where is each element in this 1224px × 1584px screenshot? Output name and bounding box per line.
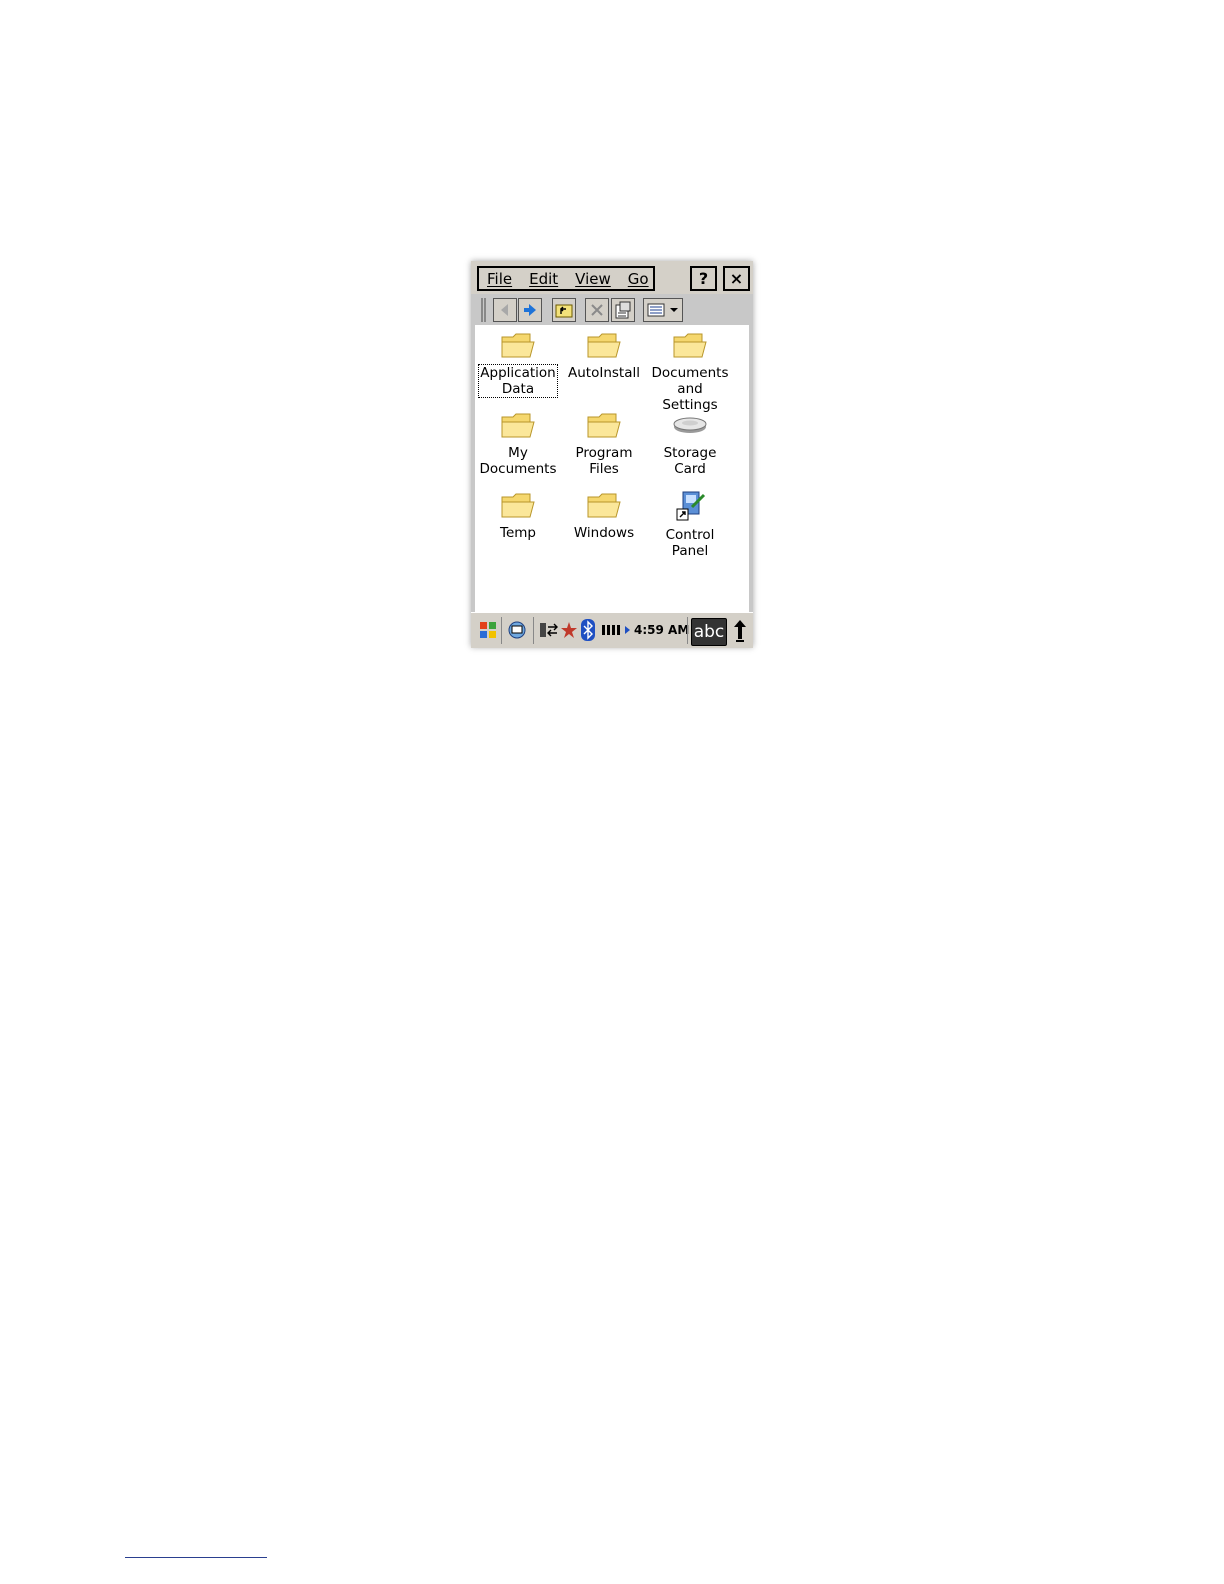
item-label-line2: Documents [479,461,557,477]
storage-card-icon [673,417,707,433]
folder-icon [501,493,535,518]
input-panel-toggle-icon[interactable] [733,619,747,643]
folder-windows[interactable]: Windows [561,489,647,541]
input-panel-label: abc [693,622,725,642]
item-label-line1: Documents [651,365,729,381]
folder-icon [587,333,621,358]
folder-icon [501,333,535,358]
start-icon[interactable] [477,619,499,641]
menu-file[interactable]: File [479,269,521,289]
menu-bar: File Edit View Go ? × [471,261,753,294]
file-list: Application Data AutoInstall Documents and… [475,325,749,612]
storage-card[interactable]: Storage Card [647,409,733,477]
folder-icon [587,493,621,518]
up-folder-icon [555,304,573,318]
folder-icon [501,413,535,438]
bluetooth-icon[interactable] [581,619,595,641]
footer-rule [125,1557,267,1558]
item-label-line2: Data [501,381,535,397]
device-screen: File Edit View Go ? × Application Data A… [471,261,753,648]
back-icon [501,304,508,316]
control-panel-icon [676,491,706,521]
item-label-line1: Windows [573,525,635,541]
item-label-line1: Program Files [575,445,633,477]
forward-button[interactable] [518,298,542,322]
item-label-line1: Application [480,365,556,381]
close-button[interactable]: × [723,266,750,291]
item-label-line1: My [508,445,528,461]
folder-my-documents[interactable]: My Documents [475,409,561,477]
clock[interactable]: 4:59 AM [634,623,689,637]
delete-button[interactable] [585,298,609,322]
taskbar-divider [501,617,502,644]
battery-icon[interactable] [602,624,632,636]
toolbar [475,296,749,324]
input-panel-button[interactable]: abc [691,618,727,646]
wireless-icon[interactable] [560,621,578,639]
menu-go[interactable]: Go [620,269,658,289]
folder-icon [673,333,707,358]
folder-autoinstall[interactable]: AutoInstall [561,329,647,381]
properties-button[interactable] [611,298,635,322]
taskbar-divider [687,617,688,644]
network-sync-icon[interactable] [539,621,559,639]
toolbar-grip[interactable] [481,298,486,322]
item-label-line1: AutoInstall [568,365,640,381]
item-label-line1: Storage Card [663,445,717,477]
back-button[interactable] [493,298,517,322]
desktop-icon[interactable] [507,620,529,640]
folder-temp[interactable]: Temp [475,489,561,541]
view-menu-icon [647,303,678,317]
delete-icon [591,304,603,316]
folder-documents-and-settings[interactable]: Documents and Settings [647,329,733,413]
item-label-line1: Control [665,527,715,543]
item-label-line1: Temp [500,525,536,541]
control-panel-shortcut[interactable]: Control Panel [647,489,733,559]
folder-program-files[interactable]: Program Files [561,409,647,477]
up-folder-button[interactable] [552,298,576,322]
help-button[interactable]: ? [690,266,717,291]
menu-group: File Edit View Go [477,266,655,291]
view-menu-button[interactable] [643,298,683,322]
menu-view[interactable]: View [567,269,620,289]
taskbar: 4:59 AM abc [471,612,753,648]
taskbar-divider [533,617,534,644]
forward-icon [524,304,536,316]
menu-edit[interactable]: Edit [521,269,567,289]
folder-application-data[interactable]: Application Data [475,329,561,398]
folder-icon [587,413,621,438]
item-label-line2: Panel [671,543,709,559]
properties-icon [615,301,631,319]
